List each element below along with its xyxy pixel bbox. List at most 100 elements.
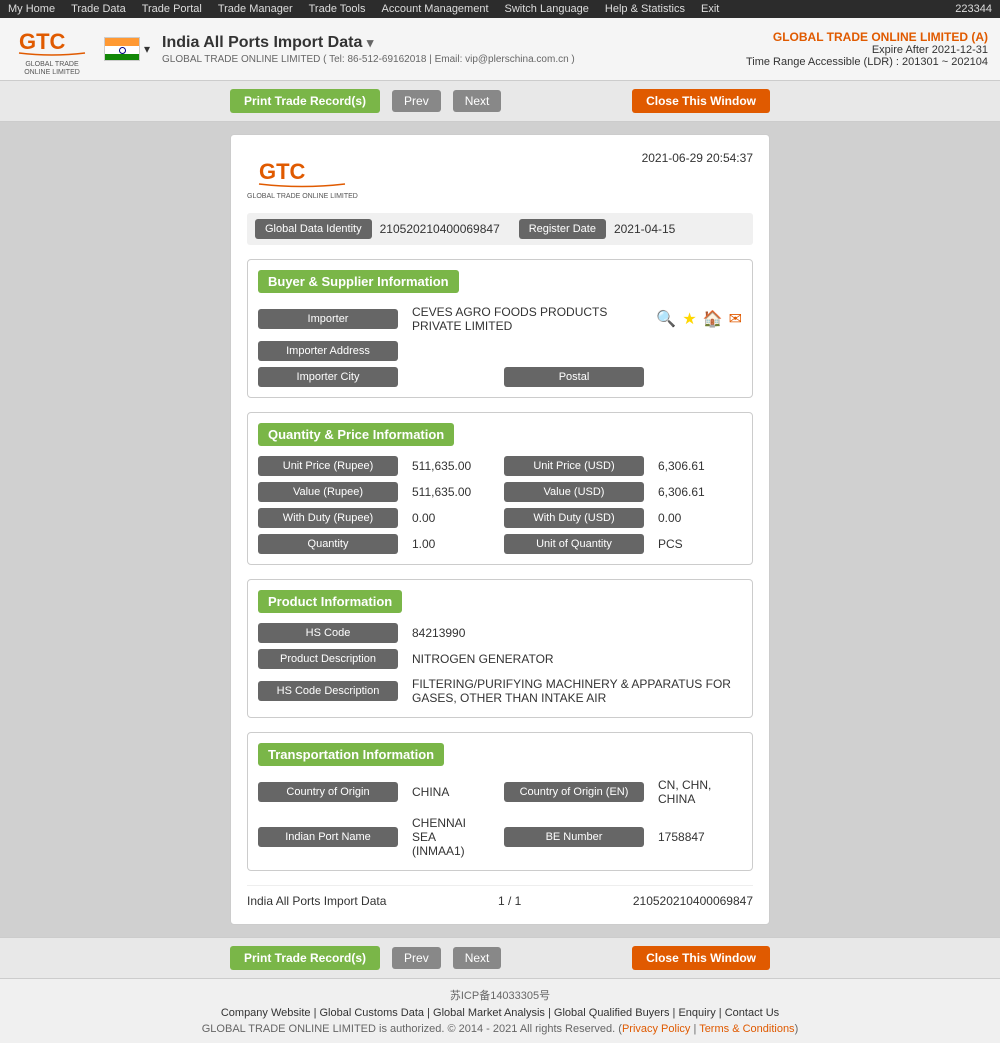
nav-trade-tools[interactable]: Trade Tools (309, 3, 366, 15)
bottom-close-button[interactable]: Close This Window (632, 946, 770, 970)
country-origin-group: Country of Origin CHINA (258, 782, 496, 802)
privacy-policy-link[interactable]: Privacy Policy (622, 1023, 690, 1035)
value-usd-group: Value (USD) 6,306.61 (504, 482, 742, 502)
value-rupee-group: Value (Rupee) 511,635.00 (258, 482, 496, 502)
hs-code-desc-label: HS Code Description (258, 681, 398, 701)
card-logo: GTC GLOBAL TRADE ONLINE LIMITED (247, 151, 358, 201)
expire-info: Expire After 2021-12-31 (746, 44, 988, 56)
with-duty-row: With Duty (Rupee) 0.00 With Duty (USD) 0… (258, 508, 742, 528)
star-icon[interactable]: ★ (682, 309, 696, 329)
indian-port-value: CHENNAI SEA (INMAA1) (406, 814, 496, 860)
quantity-price-header: Quantity & Price Information (258, 423, 742, 456)
unit-price-rupee-group: Unit Price (Rupee) 511,635.00 (258, 456, 496, 476)
company-logo: GTC GLOBAL TRADE ONLINE LIMITED (12, 24, 92, 74)
flag-dropdown[interactable]: ▾ (104, 37, 150, 61)
unit-of-quantity-group: Unit of Quantity PCS (504, 534, 742, 554)
bottom-next-button[interactable]: Next (453, 947, 502, 969)
be-number-group: BE Number 1758847 (504, 827, 742, 847)
main-content: GTC GLOBAL TRADE ONLINE LIMITED 2021-06-… (0, 122, 1000, 937)
user-id: 223344 (955, 3, 992, 15)
indian-port-row: Indian Port Name CHENNAI SEA (INMAA1) BE… (258, 814, 742, 860)
footer-link-buyers[interactable]: Global Qualified Buyers (554, 1007, 670, 1019)
bottom-action-bar: Print Trade Record(s) Prev Next Close Th… (0, 937, 1000, 978)
quantity-price-section: Quantity & Price Information Unit Price … (247, 412, 753, 565)
bottom-prev-button[interactable]: Prev (392, 947, 441, 969)
nav-switch-language[interactable]: Switch Language (505, 3, 589, 15)
nav-help-statistics[interactable]: Help & Statistics (605, 3, 685, 15)
page-header: GTC GLOBAL TRADE ONLINE LIMITED ▾ India … (0, 18, 1000, 81)
close-button[interactable]: Close This Window (632, 89, 770, 113)
footer-source: India All Ports Import Data (247, 894, 386, 908)
importer-icons: 🔍 ★ 🏠 ✉ (656, 309, 742, 329)
country-origin-en-value: CN, CHN, CHINA (652, 776, 742, 808)
unit-price-usd-value: 6,306.61 (652, 457, 742, 475)
page-title: India All Ports Import Data ▾ (162, 34, 734, 52)
footer-link-customs[interactable]: Global Customs Data (320, 1007, 425, 1019)
value-rupee-label: Value (Rupee) (258, 482, 398, 502)
importer-city-label: Importer City (258, 367, 398, 387)
indian-port-label: Indian Port Name (258, 827, 398, 847)
importer-city-group: Importer City (258, 367, 496, 387)
card-header: GTC GLOBAL TRADE ONLINE LIMITED 2021-06-… (247, 151, 753, 201)
value-usd-value: 6,306.61 (652, 483, 742, 501)
postal-group: Postal (504, 367, 742, 387)
svg-text:GTC: GTC (19, 29, 66, 54)
next-button[interactable]: Next (453, 90, 502, 112)
icp-number: 苏ICP备14033305号 (12, 987, 988, 1003)
unit-of-quantity-value: PCS (652, 535, 742, 553)
nav-exit[interactable]: Exit (701, 3, 719, 15)
register-date-label: Register Date (519, 219, 606, 239)
unit-price-rupee-value: 511,635.00 (406, 457, 496, 475)
print-button[interactable]: Print Trade Record(s) (230, 89, 380, 113)
bottom-print-button[interactable]: Print Trade Record(s) (230, 946, 380, 970)
register-date-value: 2021-04-15 (614, 222, 745, 236)
with-duty-rupee-group: With Duty (Rupee) 0.00 (258, 508, 496, 528)
footer-id: 210520210400069847 (633, 894, 753, 908)
be-number-value: 1758847 (652, 828, 742, 846)
unit-of-quantity-label: Unit of Quantity (504, 534, 644, 554)
search-icon[interactable]: 🔍 (656, 309, 676, 329)
product-desc-value: NITROGEN GENERATOR (406, 650, 742, 668)
record-card: GTC GLOBAL TRADE ONLINE LIMITED 2021-06-… (230, 134, 770, 925)
prev-button[interactable]: Prev (392, 90, 441, 112)
header-subtitle: GLOBAL TRADE ONLINE LIMITED ( Tel: 86-51… (162, 54, 734, 65)
nav-trade-data[interactable]: Trade Data (71, 3, 126, 15)
company-name: GLOBAL TRADE ONLINE LIMITED (A) (746, 30, 988, 44)
hs-code-label: HS Code (258, 623, 398, 643)
card-footer: India All Ports Import Data 1 / 1 210520… (247, 885, 753, 908)
country-origin-label: Country of Origin (258, 782, 398, 802)
identity-row: Global Data Identity 210520210400069847 … (247, 213, 753, 245)
footer-link-enquiry[interactable]: Enquiry (678, 1007, 715, 1019)
home-icon[interactable]: 🏠 (703, 309, 723, 329)
footer-links[interactable]: Company Website | Global Customs Data | … (12, 1007, 988, 1019)
flag-dropdown-arrow[interactable]: ▾ (144, 42, 150, 56)
mail-icon[interactable]: ✉ (729, 309, 742, 329)
importer-label: Importer (258, 309, 398, 329)
product-desc-row: Product Description NITROGEN GENERATOR (258, 649, 742, 669)
footer-link-company[interactable]: Company Website (221, 1007, 311, 1019)
unit-price-row: Unit Price (Rupee) 511,635.00 Unit Price… (258, 456, 742, 476)
importer-address-label: Importer Address (258, 341, 398, 361)
nav-menu[interactable]: My Home Trade Data Trade Portal Trade Ma… (8, 3, 719, 15)
with-duty-rupee-label: With Duty (Rupee) (258, 508, 398, 528)
nav-trade-manager[interactable]: Trade Manager (218, 3, 293, 15)
global-data-identity-value: 210520210400069847 (380, 222, 511, 236)
top-navigation-bar: My Home Trade Data Trade Portal Trade Ma… (0, 0, 1000, 18)
buyer-supplier-header: Buyer & Supplier Information (258, 270, 742, 303)
footer-link-market[interactable]: Global Market Analysis (433, 1007, 545, 1019)
footer-link-contact[interactable]: Contact Us (725, 1007, 779, 1019)
nav-trade-portal[interactable]: Trade Portal (142, 3, 202, 15)
value-rupee-value: 511,635.00 (406, 483, 496, 501)
country-origin-en-group: Country of Origin (EN) CN, CHN, CHINA (504, 776, 742, 808)
importer-city-value (406, 375, 496, 379)
time-range: Time Range Accessible (LDR) : 201301 ~ 2… (746, 56, 988, 68)
hs-code-value: 84213990 (406, 624, 742, 642)
with-duty-rupee-value: 0.00 (406, 509, 496, 527)
nav-my-home[interactable]: My Home (8, 3, 55, 15)
terms-conditions-link[interactable]: Terms & Conditions (699, 1023, 794, 1035)
postal-value (652, 375, 742, 379)
importer-value: CEVES AGRO FOODS PRODUCTS PRIVATE LIMITE… (406, 303, 648, 335)
importer-city-row: Importer City Postal (258, 367, 742, 387)
nav-account-management[interactable]: Account Management (382, 3, 489, 15)
quantity-value: 1.00 (406, 535, 496, 553)
